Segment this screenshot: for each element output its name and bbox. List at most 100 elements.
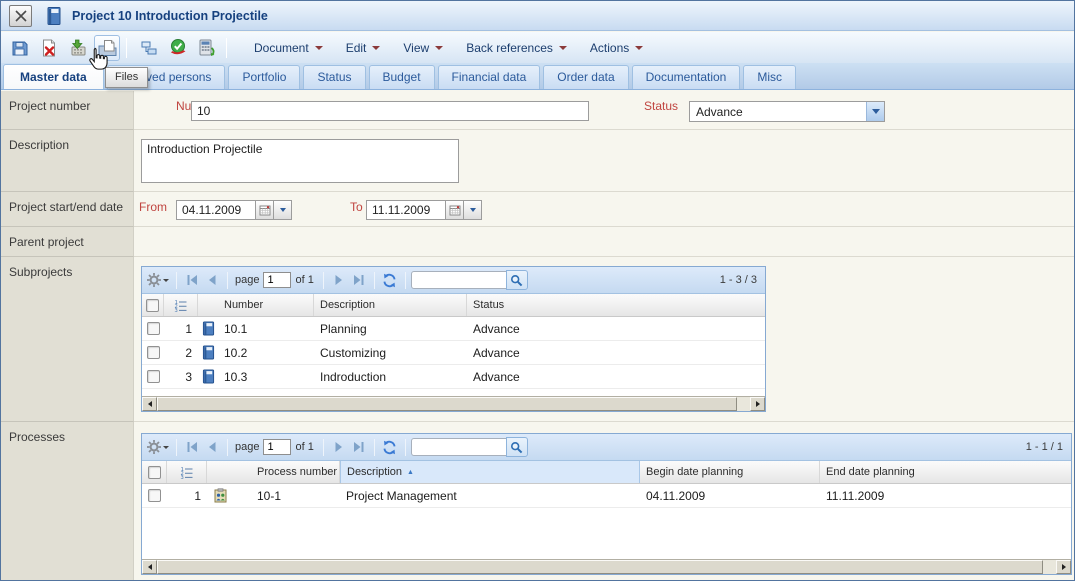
column-header[interactable]: Begin date planning ▲ <box>640 461 820 483</box>
from-calendar-button[interactable] <box>256 200 274 220</box>
table-row[interactable]: 1 <box>142 484 1071 508</box>
from-dropdown-button[interactable] <box>274 200 292 220</box>
refresh-button[interactable] <box>380 437 400 457</box>
grid-settings-button[interactable] <box>146 272 169 288</box>
menu-item[interactable]: View <box>394 37 452 59</box>
toolbar: Document Edit View Back references Actio… <box>1 32 1074 63</box>
svg-text:3: 3 <box>181 475 184 479</box>
grid-search-input[interactable] <box>411 271 507 289</box>
form-row-project-number: Project number Number Status Advance <box>1 91 1074 130</box>
last-page-icon <box>352 274 365 286</box>
first-page-icon <box>186 274 199 286</box>
menu-item[interactable]: Edit <box>337 37 390 59</box>
last-page-button[interactable] <box>349 270 369 290</box>
tab[interactable]: Order data <box>543 65 628 89</box>
menu-item[interactable]: Actions <box>581 37 652 59</box>
row-number-column-header[interactable]: 123 <box>164 294 198 316</box>
next-page-button[interactable] <box>329 437 349 457</box>
project-number-section-label: Project number <box>1 91 134 130</box>
tab[interactable]: Budget <box>369 65 435 89</box>
chevron-down-icon <box>280 208 286 216</box>
project-book-icon <box>198 345 218 360</box>
type-icon-column-header <box>207 461 251 483</box>
gear-icon <box>146 272 162 288</box>
first-page-button[interactable] <box>182 270 202 290</box>
column-header-label: Status <box>473 299 504 311</box>
scrollbar-thumb[interactable] <box>157 397 737 411</box>
approve-button[interactable] <box>165 35 191 61</box>
numbered-list-icon: 123 <box>180 466 193 479</box>
calculator-button[interactable] <box>194 35 220 61</box>
column-header[interactable]: End date planning ▲ <box>820 461 1071 483</box>
column-header[interactable]: Description ▲ <box>314 294 467 316</box>
select-all-checkbox[interactable] <box>142 461 167 483</box>
flow-button[interactable] <box>136 35 162 61</box>
close-button[interactable] <box>9 5 32 27</box>
to-date-input[interactable] <box>366 200 446 220</box>
menu-item[interactable]: Back references <box>457 37 576 59</box>
from-label: From <box>139 200 167 214</box>
processes-section-label: Processes <box>1 422 134 580</box>
description-textarea[interactable]: Introduction Projectile <box>141 139 459 183</box>
processes-grid-rows: 1 <box>142 484 1071 508</box>
to-label: To <box>350 200 363 214</box>
horizontal-scrollbar[interactable] <box>142 559 1071 574</box>
table-row[interactable]: 3 10.3 Indroduction <box>142 365 765 389</box>
scroll-left-button[interactable] <box>142 560 157 574</box>
tab-label: Master data <box>20 70 87 84</box>
horizontal-scrollbar[interactable] <box>142 396 765 411</box>
column-header[interactable]: Process number ▲ <box>251 461 340 483</box>
to-date-field <box>366 200 482 220</box>
scrollbar-thumb[interactable] <box>157 560 1043 574</box>
to-calendar-button[interactable] <box>446 200 464 220</box>
next-page-button[interactable] <box>329 270 349 290</box>
table-row[interactable]: 2 10.2 Customizing <box>142 341 765 365</box>
subprojects-section-label: Subprojects <box>1 257 134 422</box>
grid-settings-button[interactable] <box>146 439 169 455</box>
row-checkbox[interactable] <box>142 346 164 359</box>
scroll-right-button[interactable] <box>1056 560 1071 574</box>
to-dropdown-button[interactable] <box>464 200 482 220</box>
prev-page-button[interactable] <box>202 437 222 457</box>
tooltip: Files <box>105 67 148 88</box>
column-header-label: Description <box>347 466 402 478</box>
page-input[interactable] <box>263 272 291 288</box>
tab[interactable]: Misc <box>743 65 796 89</box>
number-input[interactable] <box>191 101 589 121</box>
grid-search-button[interactable] <box>506 437 528 457</box>
save-button[interactable] <box>7 35 33 61</box>
page-input[interactable] <box>263 439 291 455</box>
scroll-left-button[interactable] <box>142 397 157 411</box>
tab[interactable]: Portfolio <box>228 65 300 89</box>
row-number-column-header[interactable]: 123 <box>167 461 207 483</box>
from-date-input[interactable] <box>176 200 256 220</box>
menu-item-label: Document <box>254 41 309 55</box>
prev-page-button[interactable] <box>202 270 222 290</box>
select-all-checkbox[interactable] <box>142 294 164 316</box>
row-checkbox[interactable] <box>142 322 164 335</box>
grid-search-button[interactable] <box>506 270 528 290</box>
status-dropdown-button[interactable] <box>866 102 884 121</box>
grid-search-input[interactable] <box>411 438 507 456</box>
tab[interactable]: Status <box>303 65 365 89</box>
sort-asc-icon: ▲ <box>407 469 414 476</box>
row-checkbox[interactable] <box>142 370 164 383</box>
column-header[interactable]: Description ▲ <box>340 461 640 483</box>
tab[interactable]: Financial data <box>438 65 541 89</box>
column-header[interactable]: Status ▲ <box>467 294 765 316</box>
column-header-label: Description <box>320 299 375 311</box>
last-page-button[interactable] <box>349 437 369 457</box>
tab[interactable]: Documentation <box>632 65 741 89</box>
refresh-button[interactable] <box>380 270 400 290</box>
table-row[interactable]: 1 10.1 Planning A <box>142 317 765 341</box>
row-checkbox[interactable] <box>142 489 167 502</box>
tab-label: Portfolio <box>242 70 286 84</box>
first-page-button[interactable] <box>182 437 202 457</box>
menu-item[interactable]: Document <box>245 37 332 59</box>
chevron-down-icon <box>163 279 169 285</box>
scroll-right-button[interactable] <box>750 397 765 411</box>
delete-button[interactable] <box>36 35 62 61</box>
column-header[interactable]: Number ▲ <box>218 294 314 316</box>
cell-status: Advance <box>467 322 765 336</box>
status-select[interactable]: Advance <box>689 101 885 122</box>
